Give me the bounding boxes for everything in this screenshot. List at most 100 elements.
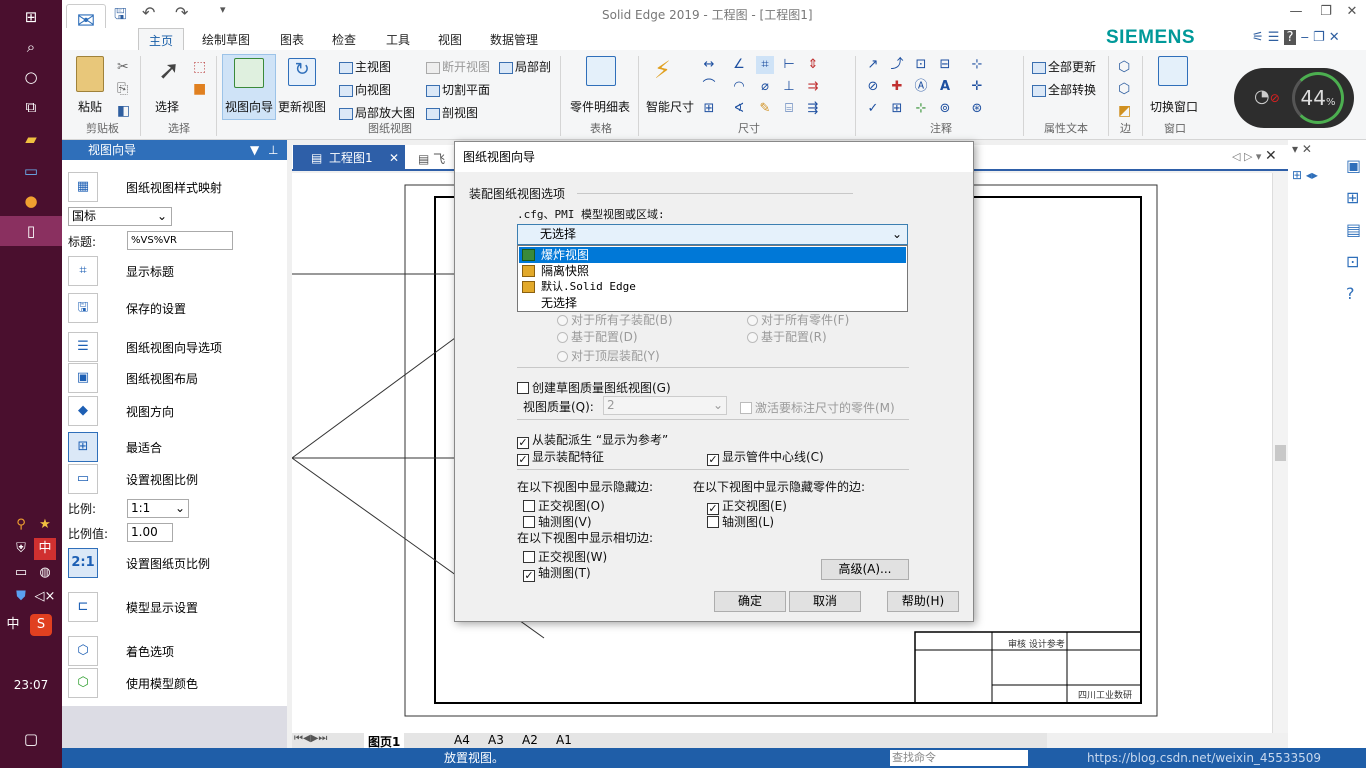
view-orientation-row[interactable]: ◆ 视图方向 — [62, 395, 287, 427]
ime-tray-icon[interactable]: 中 — [34, 538, 56, 560]
model-color-row[interactable]: ⬡ 使用模型颜色 — [62, 667, 287, 699]
view-wizard-icon[interactable] — [234, 58, 264, 88]
pin-icon[interactable]: ⊥ — [268, 140, 278, 160]
input-method-label[interactable]: 中 — [2, 614, 24, 636]
ordinate-dim-icon[interactable]: ⊞ — [700, 100, 718, 118]
switch-window-button[interactable]: 切换窗口 — [1150, 98, 1198, 115]
centerline-icon[interactable]: ⊹ — [968, 56, 986, 74]
standard-select[interactable]: 国标 ⌄ — [68, 207, 172, 226]
partial-section-button[interactable]: 局部剖 — [499, 58, 551, 75]
derive-reference-checkbox[interactable]: ✓ 从装配派生 “显示为参考” — [517, 431, 668, 449]
minimize-button[interactable]: — — [1282, 4, 1310, 24]
text-icon[interactable]: A — [936, 78, 954, 96]
switch-window-icon[interactable] — [1158, 56, 1188, 86]
dropdown-item-default[interactable]: 默认.Solid Edge — [519, 279, 906, 295]
show-tube-centerline-checkbox[interactable]: ✓ 显示管件中心线(C) — [707, 448, 824, 466]
detail-view-button[interactable]: 局部放大图 — [339, 104, 415, 121]
bolt-circle-icon[interactable]: ⊚ — [936, 100, 954, 118]
radio-all-parts[interactable]: 对于所有零件(F) — [747, 311, 849, 328]
network-icon[interactable]: ◍ — [34, 562, 56, 584]
redo-icon[interactable]: ↷ — [175, 3, 188, 22]
edge-condition-icon[interactable]: ✓ — [864, 100, 882, 118]
right-panel-close-icon[interactable]: ▾ ✕ — [1292, 142, 1312, 156]
computer-icon[interactable]: ▭ — [0, 156, 62, 186]
security-icon[interactable]: ⛊ — [10, 586, 32, 608]
retrieve-dim-icon[interactable]: ✎ — [756, 100, 774, 118]
edge-tools-icon[interactable]: ⬡ ⬡ ◩ — [1118, 56, 1131, 122]
baseline-dim-icon[interactable]: ⊥ — [780, 78, 798, 96]
scroll-thumb[interactable] — [1275, 445, 1286, 461]
tab-data-management[interactable]: 数据管理 — [490, 31, 538, 48]
shading-options-row[interactable]: ⬡ 着色选项 — [62, 635, 287, 667]
create-draft-quality-checkbox[interactable]: 创建草图质量图纸视图(G) — [517, 379, 671, 396]
shield-tray-icon[interactable]: ⛨ — [10, 538, 32, 560]
diameter-dim-icon[interactable]: ⌀ — [756, 78, 774, 96]
arc-dim-icon[interactable]: ⌒ — [700, 78, 718, 96]
panel-menu-icon[interactable]: ▼ — [250, 140, 259, 160]
view-quality-select[interactable]: 2 ⌄ — [603, 396, 727, 415]
cut-icon[interactable]: ✂ ⎘ ◧ — [117, 56, 130, 122]
hidden-ortho-checkbox[interactable]: 正交视图(O) — [523, 497, 605, 514]
vertical-scrollbar[interactable] — [1272, 173, 1288, 733]
cancel-button[interactable]: 取消 — [789, 591, 861, 612]
search-tray-icon[interactable]: ⚲ — [10, 514, 32, 536]
best-fit-row[interactable]: ⊞ 最适合 — [62, 431, 287, 463]
chamfer-dim-icon[interactable]: ⊢ — [780, 56, 798, 74]
show-assembly-features-checkbox[interactable]: ✓ 显示装配特征 — [517, 448, 604, 466]
dropdown-item-exploded[interactable]: 爆炸视图 — [519, 247, 906, 263]
balloon-icon[interactable]: ⊘ — [864, 78, 882, 96]
select-button[interactable]: 选择 — [155, 98, 179, 115]
task-view-icon[interactable]: ⧉ — [0, 92, 62, 122]
weld-symbol-icon[interactable]: Ⓐ — [912, 78, 930, 96]
show-caption-row[interactable]: ⌗ 显示标题 — [62, 255, 287, 287]
notification-icon[interactable]: ▢ — [0, 724, 62, 754]
update-all-button[interactable]: 全部更新 — [1032, 58, 1096, 75]
center-mark-2-icon[interactable]: ✛ — [968, 78, 986, 96]
save-icon[interactable]: 🖫 — [114, 4, 127, 29]
smart-dimension-button[interactable]: 智能尺寸 — [646, 98, 694, 115]
activate-parts-checkbox[interactable]: 激活要标注尺寸的零件(M) — [740, 399, 895, 416]
radio-top-assembly[interactable]: 对于顶层装配(Y) — [557, 347, 660, 364]
restore-button[interactable]: ❐ — [1312, 4, 1340, 24]
convert-all-button[interactable]: 全部转换 — [1032, 81, 1096, 98]
radio-all-subassemblies[interactable]: 对于所有子装配(B) — [557, 311, 673, 328]
caption-input[interactable]: %VS%VR — [127, 231, 233, 250]
view-layout-row[interactable]: ▣ 图纸视图布局 — [62, 362, 287, 394]
tab-nav-icons[interactable]: ◁ ▷ ▾ ✕ — [1232, 148, 1277, 164]
search-icon[interactable]: ⌕ — [0, 32, 62, 62]
main-view-button[interactable]: 主视图 — [339, 58, 391, 75]
label-icon[interactable]: ⊡ — [912, 56, 930, 74]
undo-icon[interactable]: ↶ — [142, 3, 155, 22]
sogou-icon[interactable]: S — [30, 614, 52, 636]
cut-plane-button[interactable]: 切割平面 — [426, 81, 490, 98]
distance-dim-icon[interactable]: ↔ — [700, 56, 718, 74]
right-panel-nav-icon[interactable]: ⊞ ◂▸ — [1292, 168, 1318, 182]
coordinate-dim-icon[interactable]: ⌗ — [756, 56, 774, 74]
tangent-ortho-checkbox[interactable]: 正交视图(W) — [523, 548, 607, 565]
sheet-tab-a1[interactable]: A1 — [556, 733, 572, 747]
app-tray-icon[interactable]: ★ — [34, 514, 56, 536]
help-button[interactable]: 帮助(H) — [887, 591, 959, 612]
datum-frame-icon[interactable]: ⊟ — [936, 56, 954, 74]
advanced-button[interactable]: 高级(A)... — [821, 559, 909, 580]
radio-config-r[interactable]: 基于配置(R) — [747, 328, 827, 345]
windows-start-icon[interactable]: ⊞ — [0, 2, 62, 32]
select-arrow-icon[interactable]: ➚ — [158, 56, 180, 86]
leader-icon[interactable]: ↗ — [864, 56, 882, 74]
battery-icon[interactable]: ▭ — [10, 562, 32, 584]
section-view-button[interactable]: 剖视图 — [426, 104, 478, 121]
tab-inspect[interactable]: 检查 — [332, 31, 356, 48]
chrome-icon[interactable]: ● — [0, 186, 62, 216]
ok-button[interactable]: 确定 — [714, 591, 786, 612]
scale-select[interactable]: 1:1 ⌄ — [127, 499, 189, 518]
clock-time[interactable]: 23:07 — [0, 670, 62, 700]
volume-mute-icon[interactable]: ◁× — [34, 586, 56, 608]
select-tools-icon[interactable]: ⬚ ■ — [193, 56, 206, 100]
smart-dimension-icon[interactable]: ⚡ — [654, 56, 671, 84]
ribbon-options-icon[interactable]: ⚟ ☰ ? ‒ ❐ ✕ — [1252, 30, 1340, 45]
feature-control-icon[interactable]: ⊞ — [888, 100, 906, 118]
surface-texture-icon[interactable]: ✚ — [888, 78, 906, 96]
file-explorer-icon[interactable]: ▰ — [0, 124, 62, 154]
update-views-icon[interactable]: ↻ — [288, 58, 316, 86]
style-map-row[interactable]: ▦ 图纸视图样式映射 — [62, 171, 287, 203]
